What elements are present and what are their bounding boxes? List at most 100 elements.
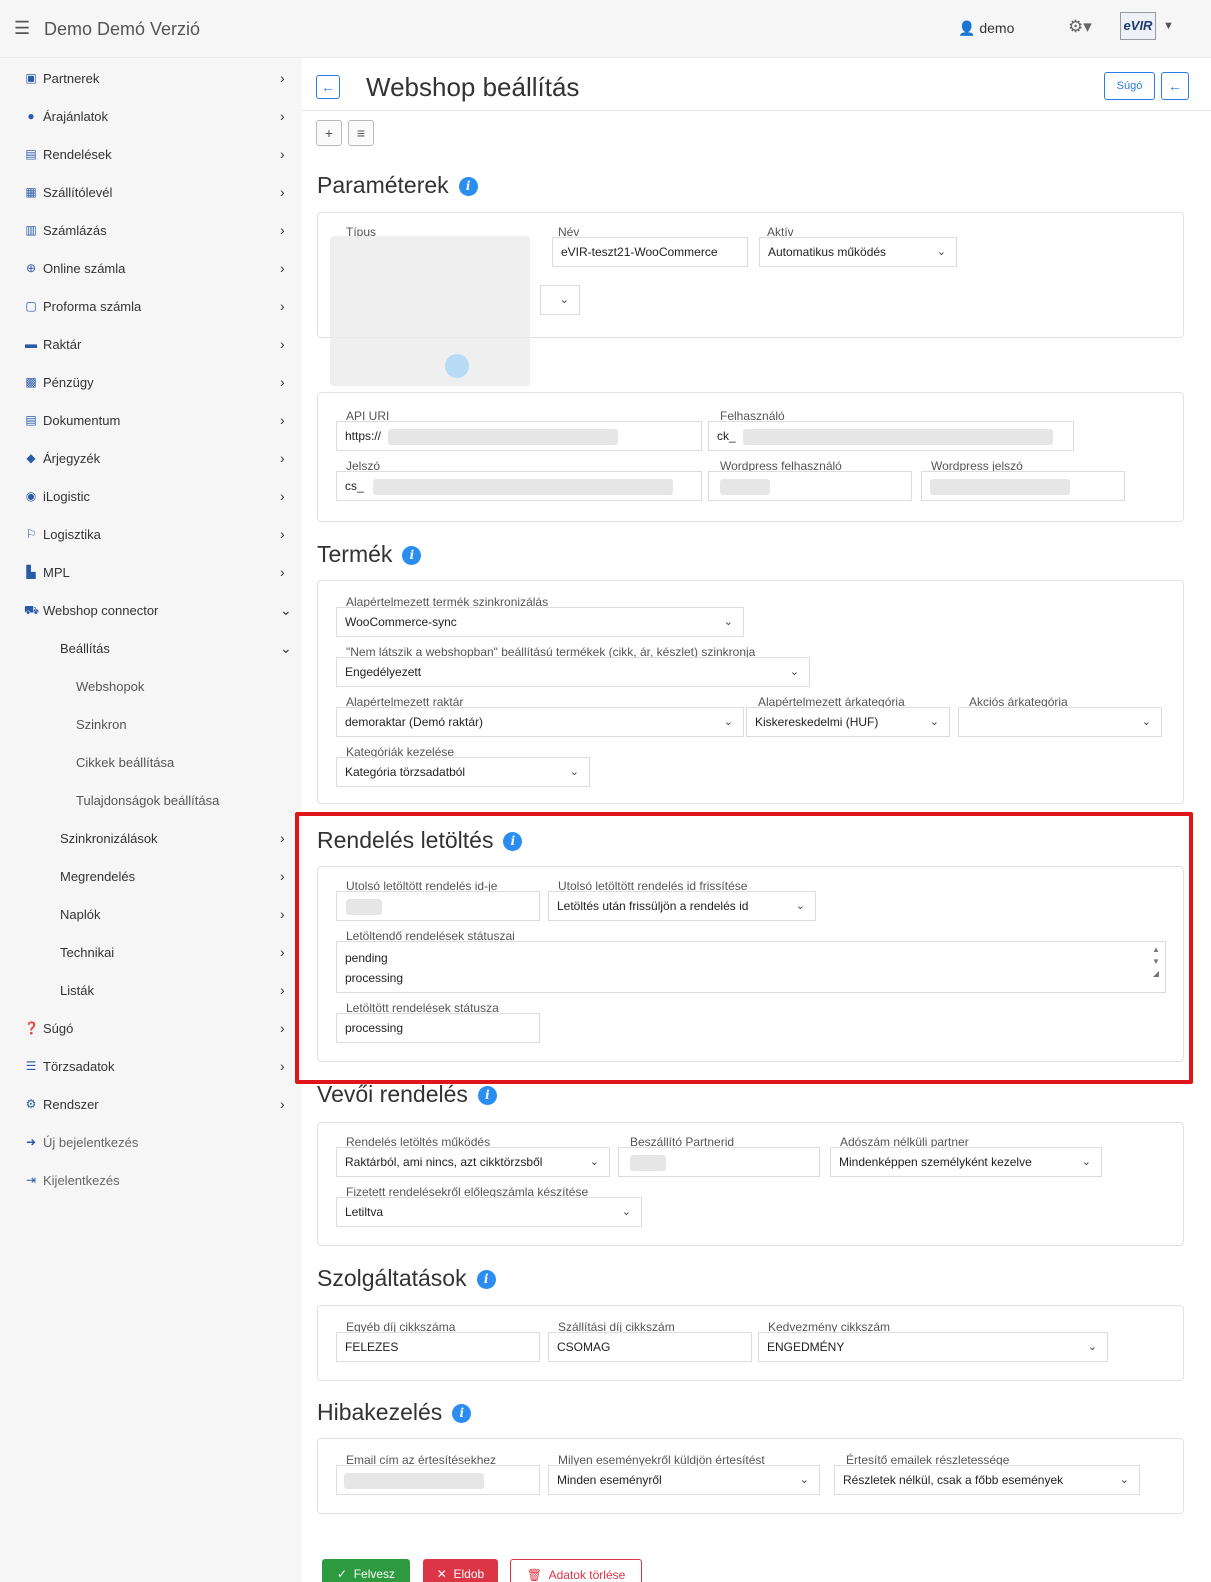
sidebar-item-label: Rendelések [43,147,112,162]
sidebar-subitem-szinkronizalasok[interactable]: Szinkronizálások › [0,820,302,858]
mpl-icon: ▙ [26,565,36,579]
prepay-invoice-select[interactable]: Letiltva ⌄ [336,1197,642,1227]
logo[interactable]: eVIR [1120,12,1156,40]
sidebar-item-rendelesek[interactable]: ▤ Rendelések › [0,136,302,174]
database-icon: ☰ [25,1059,37,1073]
chevron-down-icon: ⌄ [723,716,733,728]
logout-icon: ⇥ [25,1173,37,1187]
sidebar-subitem-listak[interactable]: Listák › [0,972,302,1010]
sidebar-item-uj-bejelentkezes[interactable]: ➜ Új bejelentkezés [0,1124,302,1162]
name-input[interactable]: eVIR-teszt21-WooCommerce [552,237,748,267]
product-card: Alapértelmezett termék szinkronizálás Wo… [317,580,1184,804]
active-select[interactable]: Automatikus működés ⌄ [759,237,957,267]
chevron-down-icon: ⌄ [1141,716,1151,728]
money-icon: ▩ [25,375,37,389]
sidebar-subitem-tulajdonsagok[interactable]: Tulajdonságok beállítása [0,782,302,820]
invoice-icon: ▥ [25,223,37,237]
type-select[interactable]: ⌄ [540,285,580,315]
sale-category-select[interactable]: ⌄ [958,707,1162,737]
add-button[interactable]: + [316,120,342,146]
sidebar-item-label: Webshop connector [43,603,159,618]
info-icon[interactable]: i [402,546,422,565]
chevron-right-icon: › [280,1020,285,1036]
ilogistic-icon: ◉ [25,489,37,503]
info-icon[interactable]: i [458,177,478,196]
sidebar-item-mpl[interactable]: ▙ MPL › [0,554,302,592]
sidebar-item-ilogistic[interactable]: ◉ iLogistic › [0,478,302,516]
back-button-right[interactable]: ← [1161,72,1189,100]
sidebar-item-label: Kijelentkezés [43,1173,120,1188]
info-icon[interactable]: i [452,1404,472,1423]
sidebar-item-kijelentkezes[interactable]: ⇥ Kijelentkezés [0,1162,302,1200]
delete-data-button[interactable]: 🗑 Adatok törlése [510,1559,642,1582]
redacted-text [344,1473,484,1489]
user-menu[interactable]: 👤 demo [958,20,1014,37]
sidebar-item-dokumentum[interactable]: ▤ Dokumentum › [0,402,302,440]
sidebar-subitem-megrendeles[interactable]: Megrendelés › [0,858,302,896]
sidebar-item-label: Cikkek beállítása [76,755,175,770]
section-title-product: Termék i [317,541,422,568]
warehouse-select[interactable]: demoraktar (Demó raktár) ⌄ [336,707,744,737]
sidebar-subitem-naplok[interactable]: Naplók › [0,896,302,934]
save-button-label: Felvesz [353,1567,396,1581]
price-category-select[interactable]: Kiskereskedelmi (HUF) ⌄ [746,707,950,737]
sidebar-item-webshop-connector[interactable]: ⛟ Webshop connector ⌄ [0,592,302,630]
sidebar-item-label: Árjegyzék [43,451,101,466]
category-handling-select[interactable]: Kategória törzsadatból ⌄ [336,757,590,787]
detail-select[interactable]: Részletek nélkül, csak a főbb események ⌄ [834,1465,1140,1495]
sidebar-item-torzsadatok[interactable]: ☰ Törzsadatok › [0,1048,302,1086]
sidebar-subitem-webshopok[interactable]: Webshopok [0,668,302,706]
redacted-text [743,429,1053,445]
sidebar-item-sugo[interactable]: ❓ Súgó › [0,1010,302,1048]
api-uri-value: https:// [345,429,382,443]
settings-gear-icon[interactable]: ⚙▾ [1068,17,1092,37]
sidebar-subitem-szinkron[interactable]: Szinkron [0,706,302,744]
events-select[interactable]: Minden eseményről ⌄ [548,1465,820,1495]
sidebar-item-logisztika[interactable]: ⚐ Logisztika › [0,516,302,554]
order-mode-select[interactable]: Raktárból, ami nincs, azt cikktörzsből ⌄ [336,1147,610,1177]
logo-caret-icon[interactable]: ▼ [1163,20,1174,32]
sidebar-item-szamlazas[interactable]: ▥ Számlázás › [0,212,302,250]
active-select-value: Automatikus működés [768,245,887,259]
sync-select[interactable]: WooCommerce-sync ⌄ [336,607,744,637]
chevron-down-icon: ⌄ [799,1474,809,1486]
sidebar-subitem-cikkek[interactable]: Cikkek beállítása [0,744,302,782]
discard-button[interactable]: ✕ Eldob [423,1559,498,1582]
shipping-fee-input[interactable]: CSOMAG [548,1332,752,1362]
other-fee-input[interactable]: FELEZES [336,1332,540,1362]
no-tax-partner-select[interactable]: Mindenképpen személyként kezelve ⌄ [830,1147,1102,1177]
sidebar-item-partnerek[interactable]: ▣ Partnerek › [0,60,302,98]
sidebar-item-label: Új bejelentkezés [43,1135,139,1150]
sidebar-item-label: Dokumentum [43,413,121,428]
sidebar-item-rendszer[interactable]: ⚙ Rendszer › [0,1086,302,1124]
info-icon[interactable]: i [476,1270,496,1289]
sidebar-item-label: Szállítólevél [43,185,113,200]
discount-select[interactable]: ENGEDMÉNY ⌄ [758,1332,1108,1362]
chevron-right-icon: › [280,868,285,884]
redacted-info-icon [445,354,469,378]
hamburger-menu-icon[interactable]: ☰ [14,18,30,39]
sidebar-item-arjegyzek[interactable]: ◆ Árjegyzék › [0,440,302,478]
sidebar-item-online-szamla[interactable]: ⊕ Online számla › [0,250,302,288]
sidebar-item-raktar[interactable]: ▬ Raktár › [0,326,302,364]
sidebar-subitem-beallitas[interactable]: Beállítás ⌄ [0,630,302,668]
list-button[interactable]: ≡ [348,120,374,146]
back-button[interactable]: ← [316,75,340,99]
sidebar-item-arajanlatok[interactable]: ● Árajánlatok › [0,98,302,136]
discount-value: ENGEDMÉNY [767,1340,845,1354]
chevron-right-icon: › [280,944,285,960]
section-title-text: Szolgáltatások [317,1265,467,1291]
info-icon[interactable]: i [477,1086,497,1105]
sidebar-item-szallitolevel[interactable]: ▦ Szállítólevél › [0,174,302,212]
save-button[interactable]: ✓ Felvesz [322,1559,410,1582]
arrow-left-icon: ← [321,79,335,95]
sidebar-item-proforma[interactable]: ▢ Proforma számla › [0,288,302,326]
sidebar-subitem-technikai[interactable]: Technikai › [0,934,302,972]
hidden-sync-select[interactable]: Engedélyezett ⌄ [336,657,810,687]
sidebar-item-label: Webshopok [76,679,145,694]
sidebar-item-penzugy[interactable]: ▩ Pénzügy › [0,364,302,402]
sidebar-item-label: Proforma számla [43,299,142,314]
help-button[interactable]: Súgó [1104,72,1155,100]
redacted-text [373,479,673,495]
chevron-down-icon: ⌄ [1087,1341,1097,1353]
